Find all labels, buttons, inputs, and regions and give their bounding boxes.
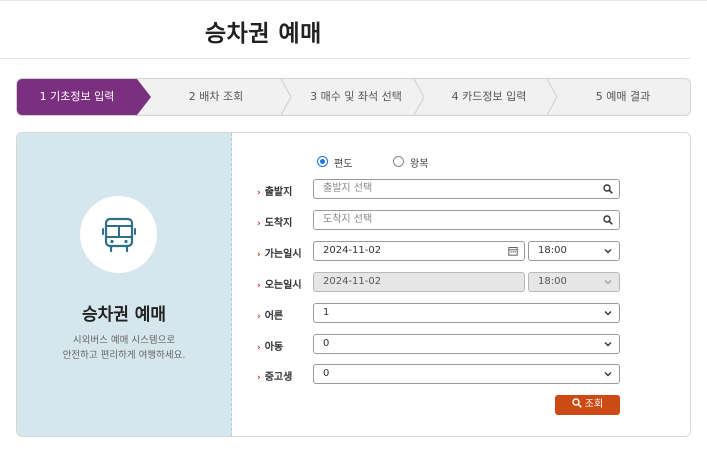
panel-title: 승차권 예매 bbox=[81, 305, 167, 325]
bus-icon bbox=[102, 217, 136, 253]
step-divider-icon bbox=[413, 79, 425, 115]
return-date-input: 2024-11-02 bbox=[313, 272, 525, 292]
departure-placeholder: 출발지 선택 bbox=[323, 183, 373, 194]
return-date-value: 2024-11-02 bbox=[323, 276, 382, 287]
booking-card: 승차권 예매 시외버스 예매 시스템으로 안전하고 편리하게 여행하세요. 편도… bbox=[16, 132, 691, 437]
oneway-radio[interactable] bbox=[317, 156, 328, 167]
step-3: 3 매수 및 좌석 선택 bbox=[292, 79, 420, 115]
roundtrip-label: 왕복 bbox=[410, 159, 429, 170]
step-3-label: 3 매수 및 좌석 선택 bbox=[310, 90, 402, 103]
step-divider-icon bbox=[546, 79, 558, 115]
page-title: 승차권 예매 bbox=[205, 21, 322, 47]
student-value: 0 bbox=[323, 368, 330, 379]
panel-description: 시외버스 예매 시스템으로 안전하고 편리하게 여행하세요. bbox=[17, 333, 231, 363]
step-4-label: 4 카드정보 입력 bbox=[451, 90, 527, 103]
chevron-down-icon bbox=[604, 342, 612, 347]
child-label: › 아동 bbox=[257, 342, 284, 353]
search-icon[interactable] bbox=[603, 215, 613, 225]
arrival-label: › 도착지 bbox=[257, 218, 293, 229]
child-value: 0 bbox=[323, 338, 330, 349]
roundtrip-radio[interactable] bbox=[393, 156, 404, 167]
step-2: 2 배차 조회 bbox=[152, 79, 280, 115]
return-date-label: › 오는일시 bbox=[257, 280, 302, 291]
go-date-input[interactable]: 2024-11-02 bbox=[313, 241, 525, 261]
top-divider bbox=[0, 0, 707, 1]
chevron-down-icon bbox=[604, 249, 612, 254]
search-button-label: 조회 bbox=[584, 399, 604, 410]
panel-desc-line1: 시외버스 예매 시스템으로 bbox=[72, 335, 176, 346]
chevron-down-icon bbox=[604, 372, 612, 377]
go-date-value: 2024-11-02 bbox=[323, 245, 382, 256]
search-button[interactable]: 조회 bbox=[555, 395, 620, 415]
chevron-down-icon bbox=[604, 311, 612, 316]
departure-input[interactable]: 출발지 선택 bbox=[313, 179, 620, 199]
arrival-input[interactable]: 도착지 선택 bbox=[313, 210, 620, 230]
adult-select[interactable]: 1 bbox=[313, 303, 620, 323]
step-divider-icon bbox=[280, 79, 292, 115]
return-time-select: 18:00 bbox=[528, 272, 620, 292]
step-2-label: 2 배차 조회 bbox=[188, 90, 244, 103]
calendar-icon[interactable] bbox=[508, 246, 518, 256]
step-1: 1 기초정보 입력 bbox=[17, 79, 151, 115]
step-4: 4 카드정보 입력 bbox=[425, 79, 553, 115]
oneway-label: 편도 bbox=[334, 159, 353, 170]
bus-icon-circle bbox=[80, 196, 157, 273]
student-select[interactable]: 0 bbox=[313, 364, 620, 384]
step-1-label: 1 기초정보 입력 bbox=[39, 90, 115, 103]
title-divider bbox=[0, 58, 690, 59]
departure-label: › 출발지 bbox=[257, 187, 293, 198]
search-icon bbox=[572, 398, 582, 408]
student-label: › 중고생 bbox=[257, 372, 293, 383]
search-icon[interactable] bbox=[603, 184, 613, 194]
go-time-select[interactable]: 18:00 bbox=[528, 241, 620, 261]
return-time-value: 18:00 bbox=[538, 276, 567, 287]
step-5-label: 5 예매 결과 bbox=[595, 90, 651, 103]
step-progress: 1 기초정보 입력 2 배차 조회 3 매수 및 좌석 선택 4 카드정보 입력… bbox=[16, 78, 691, 116]
arrival-placeholder: 도착지 선택 bbox=[323, 214, 373, 225]
go-date-label: › 가는일시 bbox=[257, 249, 302, 260]
child-select[interactable]: 0 bbox=[313, 334, 620, 354]
left-panel: 승차권 예매 시외버스 예매 시스템으로 안전하고 편리하게 여행하세요. bbox=[17, 133, 232, 436]
go-time-value: 18:00 bbox=[538, 245, 567, 256]
chevron-down-icon bbox=[604, 280, 612, 285]
adult-value: 1 bbox=[323, 307, 330, 318]
step-5: 5 예매 결과 bbox=[558, 79, 688, 115]
panel-desc-line2: 안전하고 편리하게 여행하세요. bbox=[62, 350, 186, 361]
adult-label: › 어른 bbox=[257, 311, 284, 322]
